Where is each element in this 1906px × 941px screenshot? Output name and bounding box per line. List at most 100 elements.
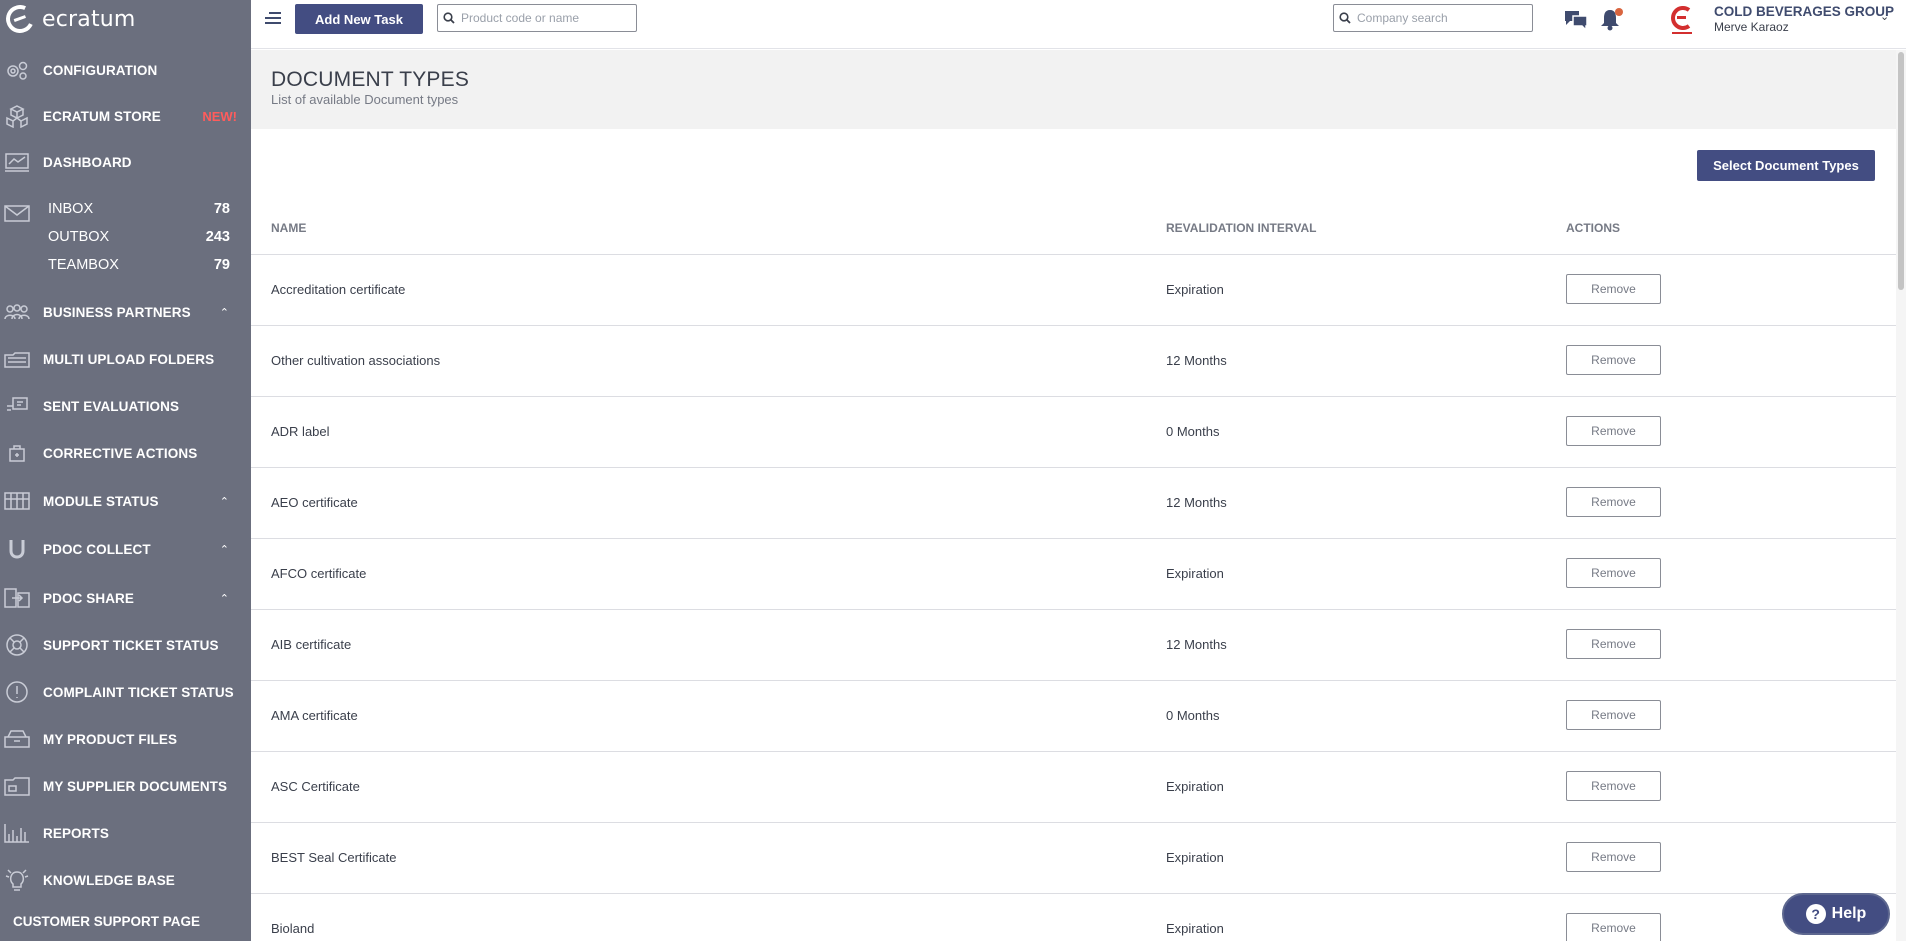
document-type-name: Bioland [271,921,315,936]
sidebar-item-label: MY SUPPLIER DOCUMENTS [43,778,228,794]
sidebar-item-product-files[interactable]: MY PRODUCT FILES [0,724,251,754]
gears-icon [2,57,32,83]
remove-button[interactable]: Remove [1566,842,1661,872]
sidebar-item-knowledge-base[interactable]: KNOWLEDGE BASE [0,865,251,895]
chat-icon[interactable] [1562,7,1590,33]
sidebar-item-label: REPORTS [43,825,109,841]
alert-icon [2,679,32,705]
sidebar-item-label: MULTI UPLOAD FOLDERS [43,351,215,367]
module-grid-icon [2,488,32,514]
sidebar-item-configuration[interactable]: CONFIGURATION [0,55,251,85]
sidebar-item-label: SUPPORT TICKET STATUS [43,637,219,653]
remove-button[interactable]: Remove [1566,629,1661,659]
sidebar-item-corrective-actions[interactable]: CORRECTIVE ACTIONS [0,438,251,468]
remove-button[interactable]: Remove [1566,700,1661,730]
company-search [1333,4,1533,32]
sidebar-item-module-status[interactable]: MODULE STATUS ⌃ [0,486,251,516]
column-header-revalidation-interval: REVALIDATION INTERVAL [1166,221,1317,235]
revalidation-interval: 12 Months [1166,353,1227,368]
remove-button[interactable]: Remove [1566,487,1661,517]
document-type-name: AIB certificate [271,637,352,652]
people-icon [2,299,32,325]
page-subtitle: List of available Document types [271,92,459,107]
document-type-name: ASC Certificate [271,779,360,794]
chevron-up-icon: ⌃ [219,306,229,319]
new-badge: NEW! [202,108,237,124]
table-row: AEO certificate 12 Months Remove [251,468,1896,539]
notification-dot [1615,8,1623,16]
revalidation-interval: 12 Months [1166,495,1227,510]
product-search-input[interactable] [460,11,636,25]
sidebar-item-business-partners[interactable]: BUSINESS PARTNERS ⌃ [0,297,251,327]
magnet-icon [2,536,32,562]
menu-toggle-icon[interactable] [265,12,283,26]
sidebar-item-multi-upload[interactable]: MULTI UPLOAD FOLDERS [0,344,251,374]
table-row: ADR label 0 Months Remove [251,397,1896,468]
sidebar-item-supplier-docs[interactable]: MY SUPPLIER DOCUMENTS [0,771,251,801]
teambox-count: 79 [213,257,230,273]
company-name[interactable]: COLD BEVERAGES GROUP [1714,4,1894,19]
user-name[interactable]: Merve Karaoz [1714,20,1789,34]
table-row: BEST Seal Certificate Expiration Remove [251,823,1896,894]
revalidation-interval: Expiration [1166,921,1224,936]
customer-support-link[interactable]: CUSTOMER SUPPORT PAGE [13,914,200,929]
sidebar-item-dashboard[interactable]: DASHBOARD [0,147,251,177]
sidebar-item-inbox[interactable]: INBOX 78 [0,194,251,224]
sidebar-item-reports[interactable]: REPORTS [0,818,251,848]
sidebar-item-sent-evaluations[interactable]: SENT EVALUATIONS [0,391,251,421]
notifications-bell-icon[interactable] [1596,7,1624,33]
table-row: AIB certificate 12 Months Remove [251,610,1896,681]
drawer-icon [2,726,32,752]
bar-chart-icon [2,820,32,846]
sidebar-item-label: MY PRODUCT FILES [43,731,178,747]
revalidation-interval: 0 Months [1166,424,1220,439]
sidebar-item-label: PDOC COLLECT [43,541,151,557]
inbox-count: 78 [213,201,230,217]
document-type-name: Accreditation certificate [271,282,406,297]
sidebar-item-label: SENT EVALUATIONS [43,398,180,414]
ecratum-logo[interactable]: ecratum [2,1,136,37]
table-row: Bioland Expiration Remove [251,894,1896,941]
table-row: AFCO certificate Expiration Remove [251,539,1896,610]
document-type-name: ADR label [271,424,330,439]
sidebar-item-pdoc-share[interactable]: PDOC SHARE ⌃ [0,583,251,613]
select-document-types-button[interactable]: Select Document Types [1697,150,1875,181]
scrollbar-thumb[interactable] [1898,52,1904,290]
chevron-up-icon: ⌃ [219,543,229,556]
sidebar-item-pdoc-collect[interactable]: PDOC COLLECT ⌃ [0,534,251,564]
sidebar-item-complaint-ticket[interactable]: COMPLAINT TICKET STATUS [0,677,251,707]
sidebar: ecratum CONFIGURATION ECRATUM STORE NEW!… [0,0,251,941]
chevron-up-icon: ⌃ [219,592,229,605]
help-button[interactable]: ? Help [1782,893,1890,935]
remove-button[interactable]: Remove [1566,771,1661,801]
sidebar-item-label: COMPLAINT TICKET STATUS [43,684,234,700]
document-type-name: AMA certificate [271,708,358,723]
remove-button[interactable]: Remove [1566,416,1661,446]
table-row: Accreditation certificate Expiration Rem… [251,255,1896,326]
page-scrollbar[interactable] [1896,50,1906,941]
page-header: DOCUMENT TYPES List of available Documen… [251,50,1896,129]
sidebar-item-support-ticket[interactable]: SUPPORT TICKET STATUS [0,630,251,660]
remove-button[interactable]: Remove [1566,558,1661,588]
company-search-input[interactable] [1356,11,1532,25]
teambox-label: TEAMBOX [48,257,119,273]
remove-button[interactable]: Remove [1566,274,1661,304]
topbar: Add New Task COLD BEVERAGES GROUP Merve … [251,0,1906,49]
revalidation-interval: 0 Months [1166,708,1220,723]
revalidation-interval: Expiration [1166,566,1224,581]
sidebar-item-store[interactable]: ECRATUM STORE NEW! [0,101,251,131]
sidebar-item-label: KNOWLEDGE BASE [43,872,175,888]
sidebar-item-teambox[interactable]: TEAMBOX 79 [0,250,251,280]
inbox-label: INBOX [48,201,94,217]
add-new-task-button[interactable]: Add New Task [295,4,423,34]
chevron-down-icon[interactable]: ⌄ [1880,10,1889,23]
help-label: Help [1831,905,1867,922]
remove-button[interactable]: Remove [1566,913,1661,941]
sidebar-item-outbox[interactable]: OUTBOX 243 [0,222,251,252]
column-header-actions: ACTIONS [1566,221,1620,235]
lightbulb-icon [2,867,32,893]
cubes-icon [2,103,32,129]
remove-button[interactable]: Remove [1566,345,1661,375]
document-type-name: AEO certificate [271,495,358,510]
page-title: DOCUMENT TYPES [271,68,470,91]
